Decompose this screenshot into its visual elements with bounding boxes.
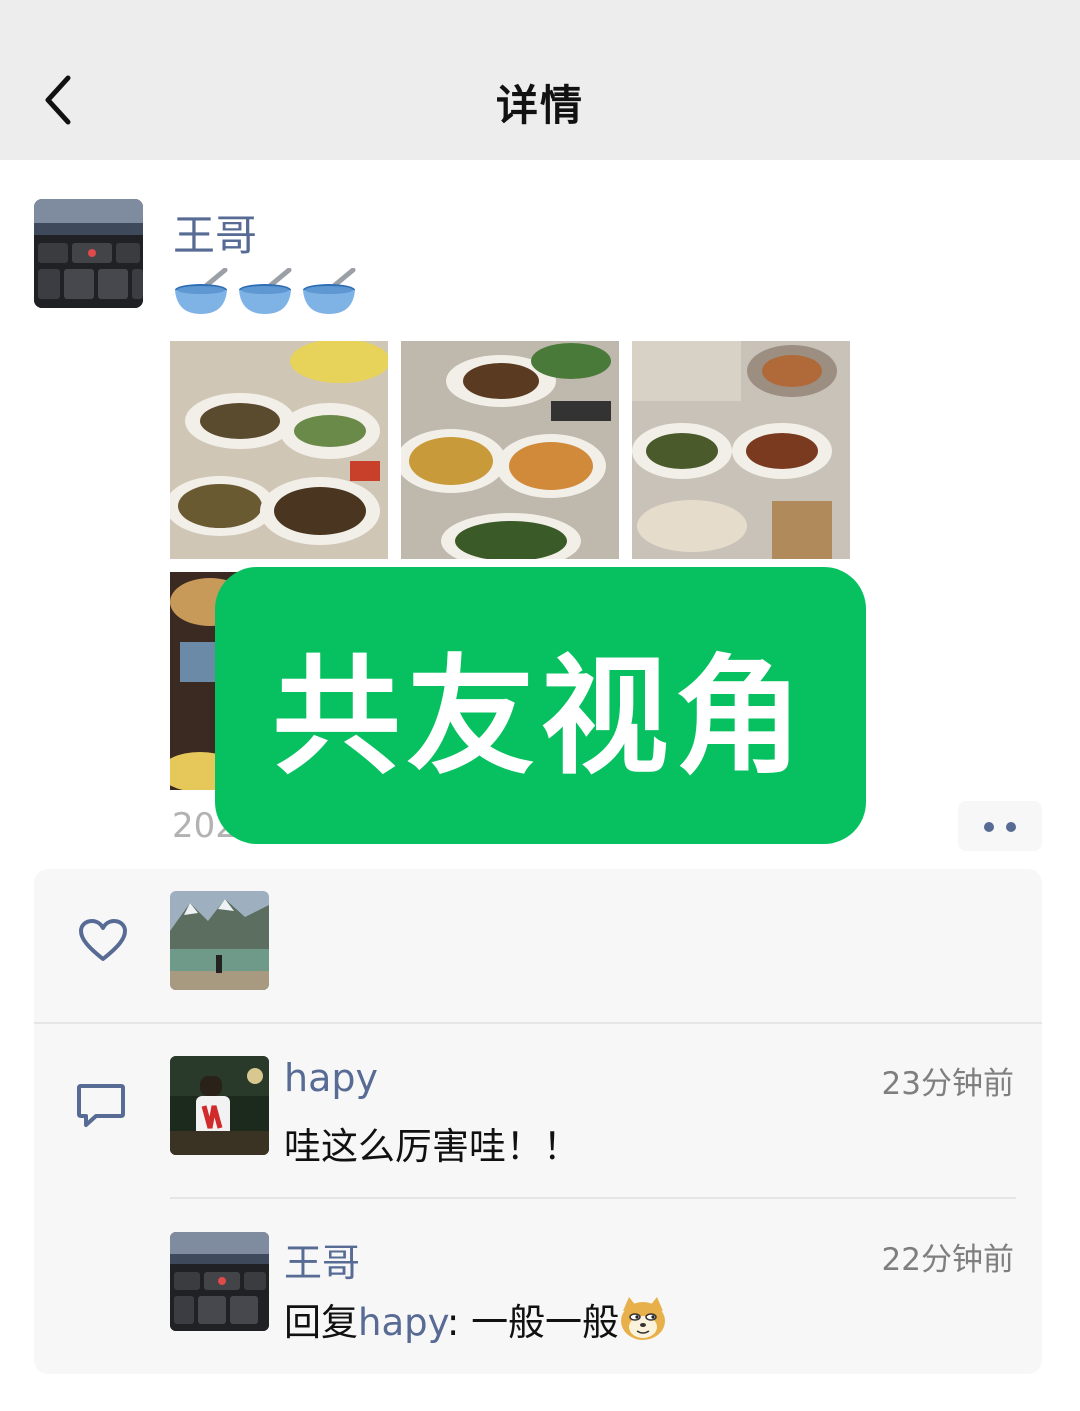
photo-thumbnail[interactable]: [401, 341, 619, 559]
reply-separator: :: [446, 1301, 472, 1344]
comment-time: 22分钟前: [881, 1242, 1014, 1278]
liker-avatar[interactable]: [170, 891, 269, 990]
overlay-banner: 共友视角: [215, 567, 866, 844]
comment-text: 哇这么厉害哇！！: [284, 1125, 580, 1168]
interactions-card: hapy 23分钟前 哇这么厉害哇！！ 王哥 22分钟前 回复hapy: 一般一…: [34, 869, 1042, 1374]
more-dot-icon: [1006, 822, 1016, 832]
bowl-icon: [175, 268, 228, 314]
comment-time: 23分钟前: [881, 1066, 1014, 1102]
heart-icon: [79, 919, 127, 961]
comment-item[interactable]: 王哥 22分钟前 回复hapy: 一般一般: [170, 1232, 1016, 1344]
comment-divider: [170, 1197, 1016, 1199]
reply-body: 一般一般: [471, 1301, 620, 1344]
more-actions-button[interactable]: [958, 801, 1042, 851]
page-title: 详情: [495, 81, 584, 130]
post-text-emojis: [173, 268, 357, 318]
commenter-avatar[interactable]: [170, 1232, 269, 1331]
doge-icon: [621, 1297, 666, 1340]
comment-icon: [77, 1084, 125, 1127]
author-name[interactable]: 王哥: [173, 202, 257, 263]
commenter-name[interactable]: hapy: [284, 1056, 378, 1100]
bowl-icon: [239, 268, 292, 314]
bowl-icon: [303, 268, 356, 314]
comment-item[interactable]: hapy 23分钟前 哇这么厉害哇！！: [170, 1056, 1016, 1168]
commenter-name[interactable]: 王哥: [284, 1232, 360, 1287]
author-avatar[interactable]: [34, 199, 143, 308]
photo-thumbnail[interactable]: [632, 341, 850, 559]
section-divider: [34, 1022, 1042, 1024]
comment-text: 回复hapy: 一般一般: [284, 1292, 667, 1346]
top-navbar: 详情: [0, 0, 1080, 160]
reply-to-name[interactable]: hapy: [358, 1301, 447, 1344]
commenter-avatar[interactable]: [170, 1056, 269, 1155]
reply-prefix: 回复: [284, 1301, 358, 1344]
more-dot-icon: [984, 822, 994, 832]
photo-thumbnail[interactable]: [170, 341, 388, 559]
overlay-text: 共友视角: [272, 643, 809, 792]
